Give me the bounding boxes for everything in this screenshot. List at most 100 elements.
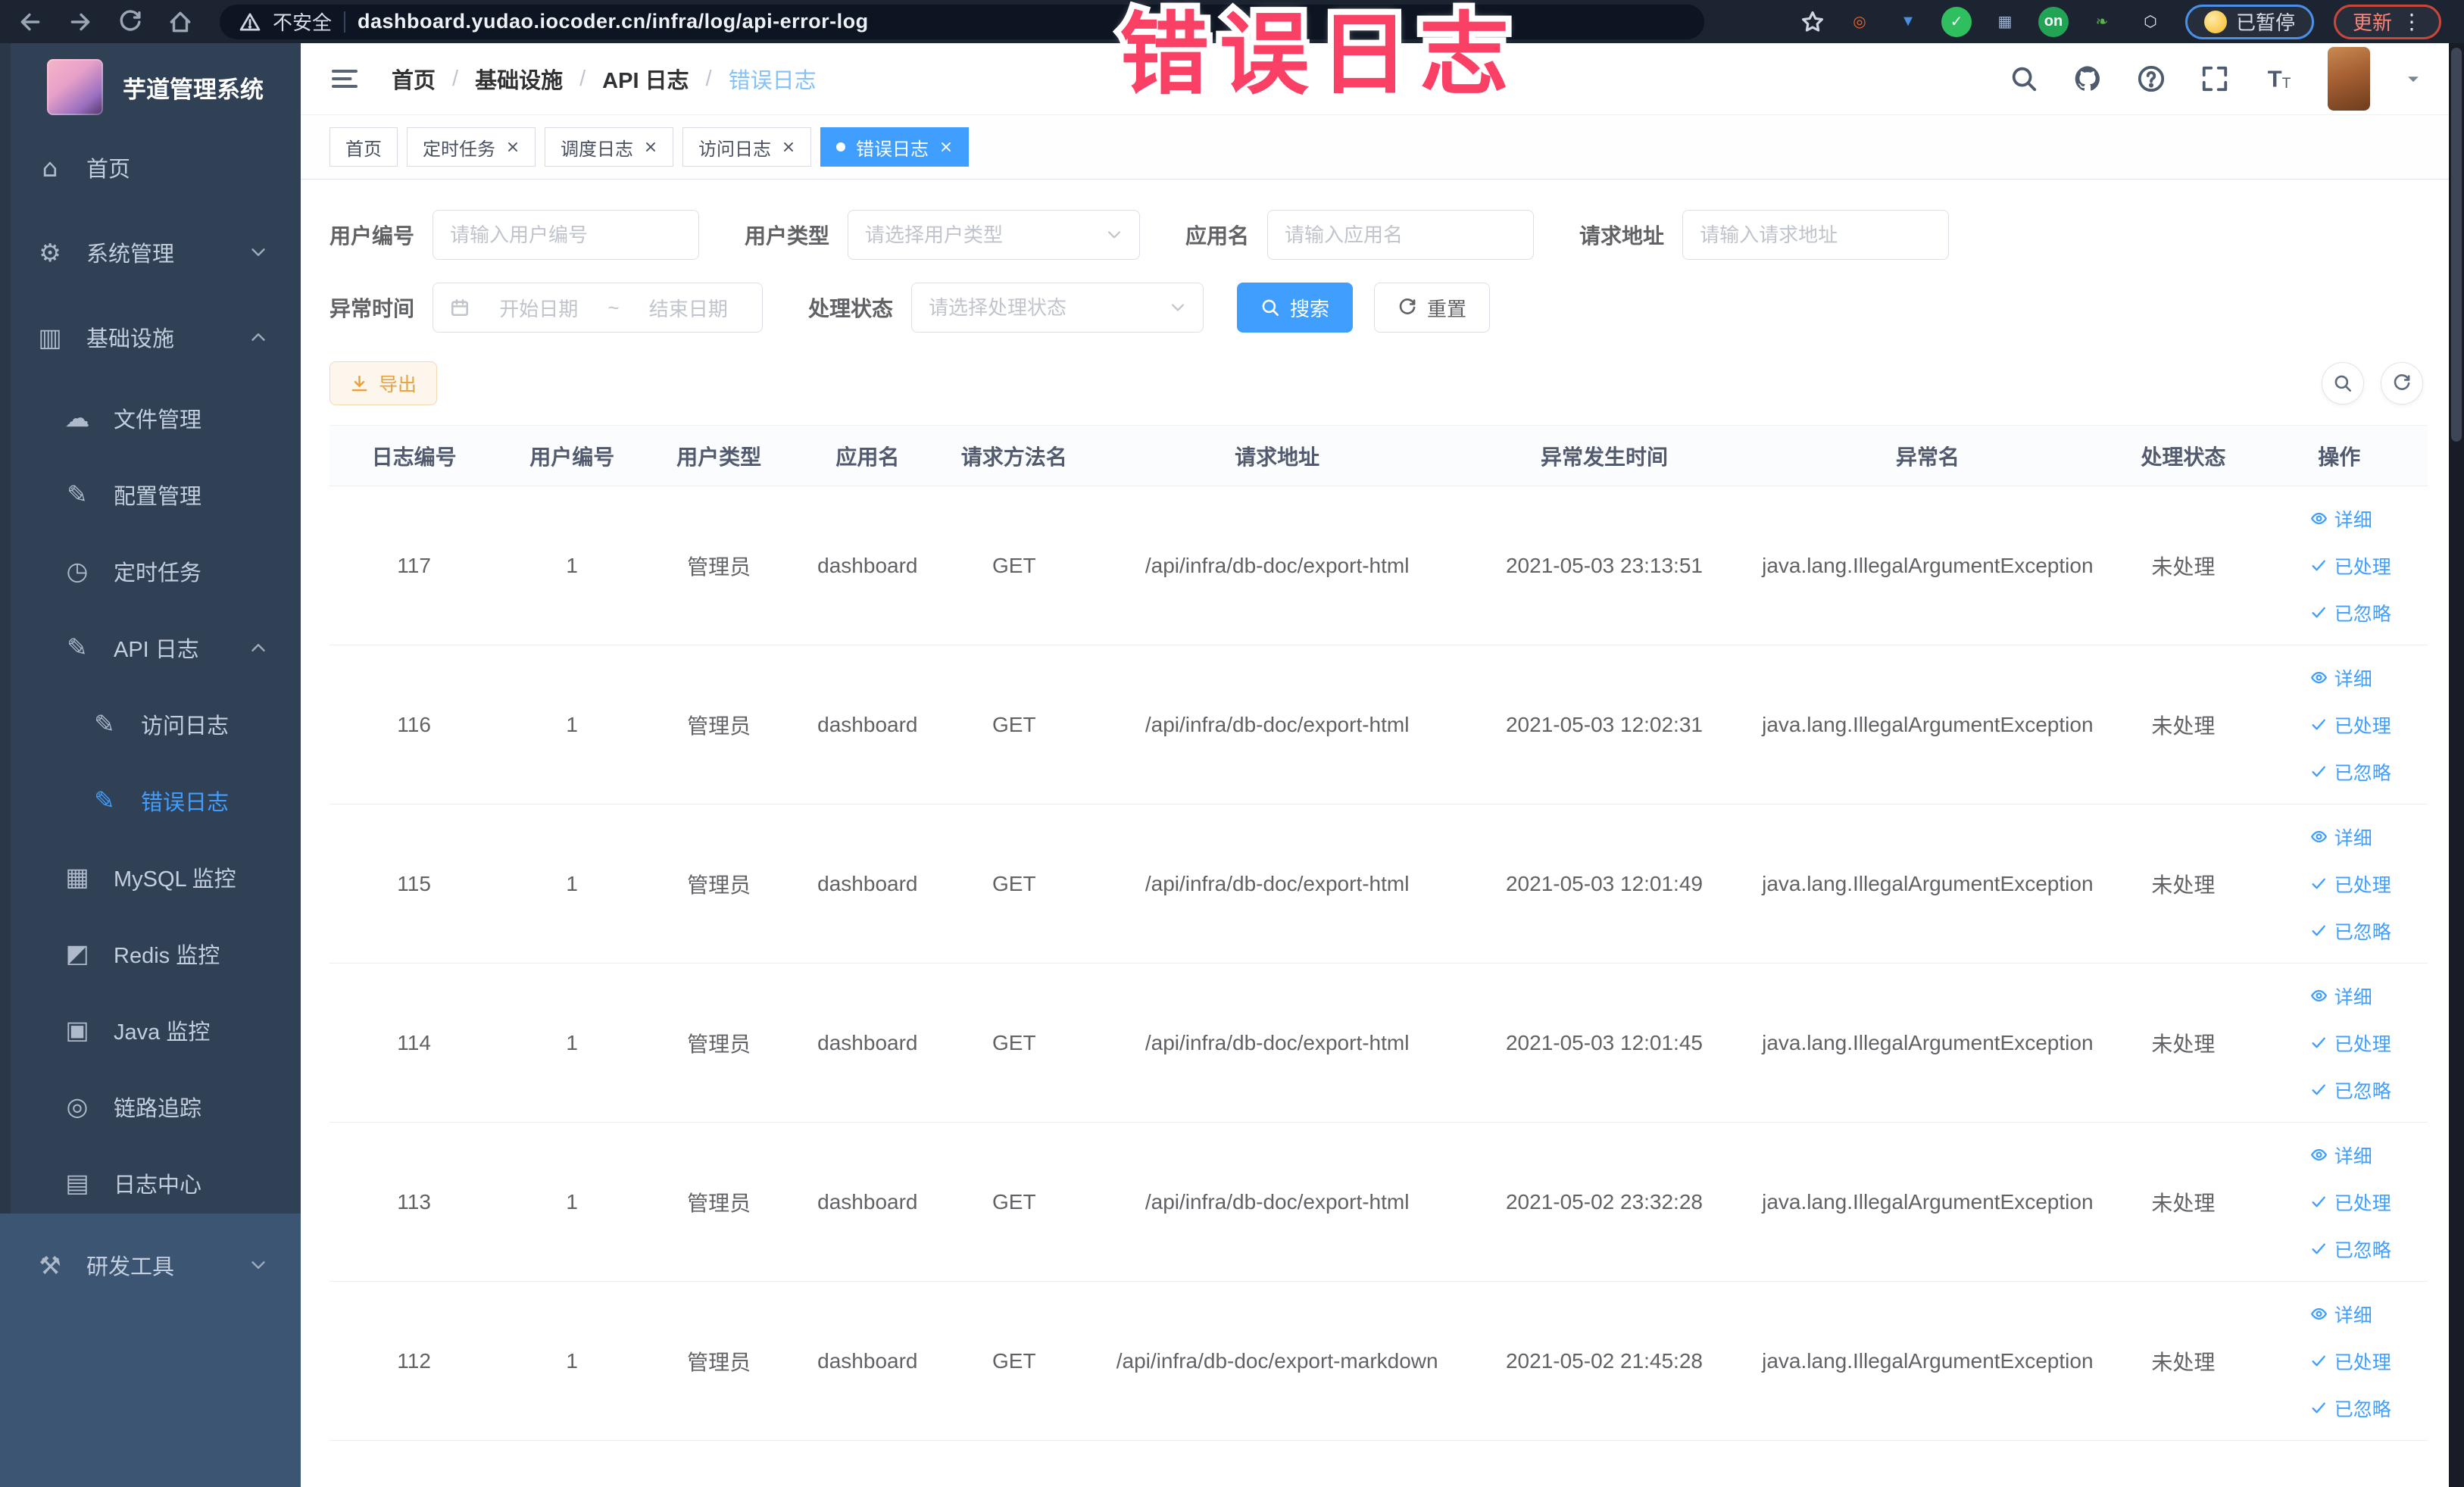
action-详细[interactable]: 详细 bbox=[2310, 1301, 2372, 1328]
sidebar-item-MySQL 监控[interactable]: ▦ MySQL 监控 bbox=[0, 839, 301, 915]
breadcrumb-home[interactable]: 首页 bbox=[392, 63, 436, 95]
avatar[interactable] bbox=[2328, 47, 2370, 111]
action-已处理[interactable]: 已处理 bbox=[2310, 1029, 2391, 1057]
sidebar-item-错误日志[interactable]: ✎ 错误日志 bbox=[0, 762, 301, 839]
update-badge[interactable]: 更新 ⋮ bbox=[2333, 4, 2441, 39]
font-size-icon[interactable]: TT bbox=[2264, 64, 2293, 93]
tab-定时任务[interactable]: 定时任务 bbox=[407, 127, 536, 167]
request-url-cell: /api/infra/db-doc/export-html bbox=[1145, 553, 1410, 577]
request-url-input[interactable] bbox=[1700, 223, 1932, 247]
sidebar-item-Java 监控[interactable]: ▣ Java 监控 bbox=[0, 992, 301, 1068]
reset-button[interactable]: 重置 bbox=[1374, 283, 1491, 333]
address-bar[interactable]: 不安全 dashboard.yudao.iocoder.cn/infra/log… bbox=[220, 4, 1704, 39]
process-status-select-input[interactable] bbox=[929, 295, 1164, 320]
request-url-field[interactable] bbox=[1682, 210, 1950, 260]
action-详细[interactable]: 详细 bbox=[2310, 505, 2372, 533]
export-button[interactable]: 导出 bbox=[329, 361, 438, 405]
refresh-table-icon-button[interactable] bbox=[2381, 362, 2423, 405]
sidebar-item-label: 研发工具 bbox=[86, 1255, 175, 1279]
chevron-down-icon[interactable] bbox=[2405, 70, 2422, 87]
sidebar-item-Redis 监控[interactable]: ◩ Redis 监控 bbox=[0, 915, 301, 992]
ext-grid-blue-icon[interactable]: ▦ bbox=[1989, 6, 2020, 37]
help-icon[interactable] bbox=[2137, 64, 2166, 93]
ext-shield-blue-icon[interactable]: ▼ bbox=[1892, 6, 1923, 37]
process-status-select[interactable] bbox=[911, 283, 1204, 333]
reload-icon[interactable] bbox=[111, 2, 150, 42]
tab-label: 调度日志 bbox=[561, 139, 633, 160]
sidebar-item-文件管理[interactable]: ☁ 文件管理 bbox=[0, 380, 301, 456]
detail-eye-icon bbox=[2310, 828, 2328, 845]
sidebar-item-访问日志[interactable]: ✎ 访问日志 bbox=[0, 686, 301, 762]
detail-eye-icon bbox=[2310, 510, 2328, 527]
breadcrumb-api-log[interactable]: API 日志 bbox=[602, 63, 689, 95]
window-scrollbar[interactable] bbox=[2449, 43, 2464, 1487]
ext-puzzle-icon[interactable]: ⬡ bbox=[2135, 6, 2166, 37]
user-type-select-input[interactable] bbox=[865, 223, 1101, 247]
search-icon[interactable] bbox=[2010, 64, 2038, 93]
app-name-input[interactable] bbox=[1285, 223, 1517, 247]
sidebar-item-链路追踪[interactable]: ◎ 链路追踪 bbox=[0, 1068, 301, 1145]
search-button[interactable]: 搜索 bbox=[1237, 283, 1354, 333]
close-icon[interactable] bbox=[939, 140, 953, 154]
tab-首页[interactable]: 首页 bbox=[329, 127, 398, 167]
sidebar-item-API 日志[interactable]: ✎ API 日志 bbox=[0, 609, 301, 686]
sidebar-item-研发工具[interactable]: ⚒ 研发工具 bbox=[0, 1226, 301, 1304]
action-详细[interactable]: 详细 bbox=[2310, 823, 2372, 851]
action-详细[interactable]: 详细 bbox=[2310, 1142, 2372, 1169]
browser-menu-dots-icon[interactable]: ⋮ bbox=[2401, 9, 2422, 34]
action-已忽略[interactable]: 已忽略 bbox=[2310, 1395, 2391, 1422]
action-已处理[interactable]: 已处理 bbox=[2310, 552, 2391, 579]
user-id-field[interactable] bbox=[433, 210, 700, 260]
sidebar-item-首页[interactable]: ⌂ 首页 bbox=[0, 125, 301, 210]
forward-icon[interactable] bbox=[61, 2, 100, 42]
action-已忽略[interactable]: 已忽略 bbox=[2310, 1236, 2391, 1263]
fullscreen-icon[interactable] bbox=[2200, 64, 2229, 93]
app-name-field[interactable] bbox=[1267, 210, 1535, 260]
end-date-placeholder[interactable]: 结束日期 bbox=[632, 294, 745, 322]
tab-调度日志[interactable]: 调度日志 bbox=[545, 127, 673, 167]
url-text[interactable]: dashboard.yudao.iocoder.cn/infra/log/api… bbox=[358, 10, 869, 33]
close-icon[interactable] bbox=[644, 140, 657, 154]
ext-ring-orange-icon[interactable]: ◎ bbox=[1844, 6, 1875, 37]
action-已忽略[interactable]: 已忽略 bbox=[2310, 599, 2391, 626]
ext-on-switch-icon[interactable]: on bbox=[2038, 6, 2069, 37]
action-已处理[interactable]: 已处理 bbox=[2310, 1348, 2391, 1375]
logo-row[interactable]: 芋道管理系统 bbox=[47, 57, 264, 117]
column-header-处理状态: 处理状态 bbox=[2141, 445, 2226, 469]
sidebar-fold-icon[interactable] bbox=[329, 64, 360, 94]
github-icon[interactable] bbox=[2073, 64, 2102, 93]
ext-leaf-green-icon[interactable]: ❧ bbox=[2086, 6, 2117, 37]
sidebar-item-基础设施[interactable]: ▥ 基础设施 bbox=[0, 295, 301, 380]
paused-badge[interactable]: 已暂停 bbox=[2184, 4, 2314, 39]
action-已忽略[interactable]: 已忽略 bbox=[2310, 1076, 2391, 1104]
sidebar-item-label: 系统管理 bbox=[86, 242, 175, 267]
tab-访问日志[interactable]: 访问日志 bbox=[682, 127, 811, 167]
start-date-placeholder[interactable]: 开始日期 bbox=[482, 294, 595, 322]
close-icon[interactable] bbox=[782, 140, 795, 154]
exception-time-range-picker[interactable]: 开始日期 ~ 结束日期 bbox=[433, 283, 764, 333]
scrollbar-thumb[interactable] bbox=[2451, 48, 2462, 442]
toggle-search-icon-button[interactable] bbox=[2322, 362, 2364, 405]
sidebar-item-系统管理[interactable]: ⚙ 系统管理 bbox=[0, 210, 301, 295]
user-type-select[interactable] bbox=[848, 210, 1141, 260]
user-id-input[interactable] bbox=[450, 223, 682, 247]
action-已忽略[interactable]: 已忽略 bbox=[2310, 758, 2391, 786]
sidebar-item-日志中心[interactable]: ▤ 日志中心 bbox=[0, 1145, 301, 1221]
tab-错误日志[interactable]: 错误日志 bbox=[820, 127, 969, 167]
action-已处理[interactable]: 已处理 bbox=[2310, 1189, 2391, 1216]
sidebar-item-配置管理[interactable]: ✎ 配置管理 bbox=[0, 456, 301, 533]
action-已处理[interactable]: 已处理 bbox=[2310, 711, 2391, 739]
back-icon[interactable] bbox=[11, 2, 50, 42]
column-header-用户类型: 用户类型 bbox=[676, 445, 762, 469]
action-详细[interactable]: 详细 bbox=[2310, 664, 2372, 692]
action-已忽略[interactable]: 已忽略 bbox=[2310, 917, 2391, 945]
home-nav-icon[interactable] bbox=[161, 2, 200, 42]
action-详细[interactable]: 详细 bbox=[2310, 982, 2372, 1010]
ext-green-v-icon[interactable]: ✓ bbox=[1941, 6, 1972, 37]
breadcrumb-infra[interactable]: 基础设施 bbox=[475, 63, 563, 95]
bookmark-star-icon[interactable] bbox=[1800, 10, 1825, 34]
close-icon[interactable] bbox=[506, 140, 520, 154]
action-已处理[interactable]: 已处理 bbox=[2310, 870, 2391, 898]
sidebar-item-定时任务[interactable]: ◷ 定时任务 bbox=[0, 533, 301, 609]
action-label: 已忽略 bbox=[2334, 603, 2391, 625]
